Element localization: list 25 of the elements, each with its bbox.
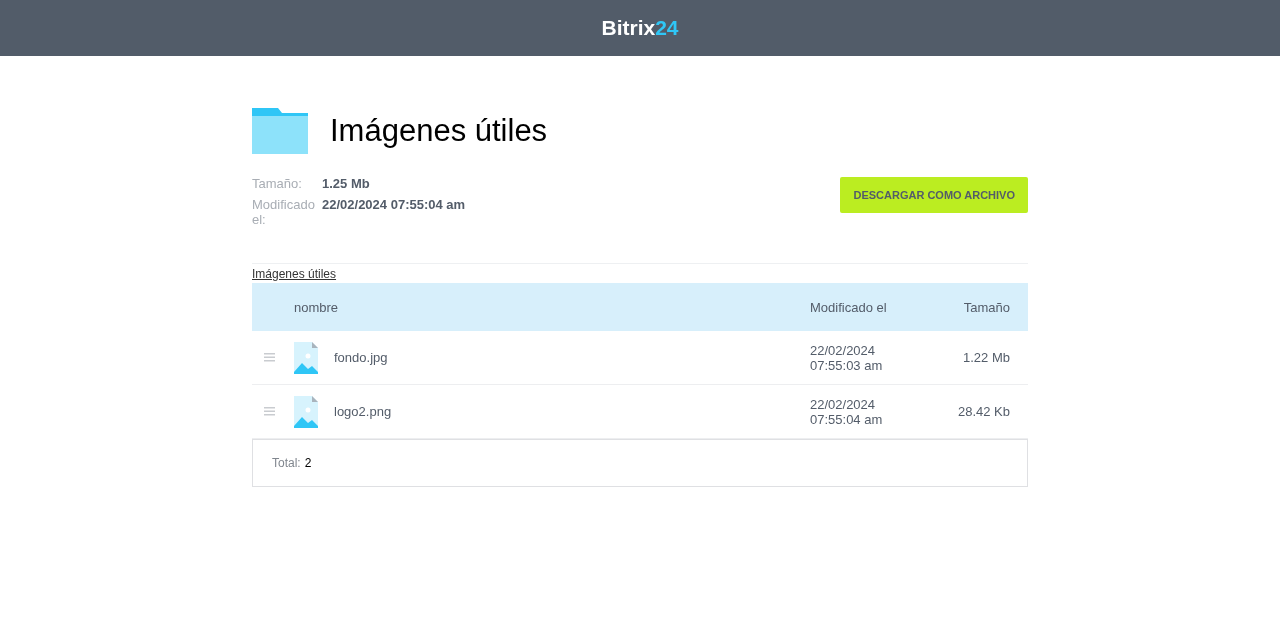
modified-cell-text: 22/02/2024 07:55:03 am [810,342,884,373]
detail-value: 1.25 Mb [322,176,371,191]
detail-value: 22/02/2024 07:55:04 am [322,197,466,214]
download-button[interactable]: DESCARGAR COMO ARCHIVO [840,177,1028,213]
folder-icon [252,108,308,154]
column-header[interactable]: Modificado el [810,299,940,315]
column-header[interactable]: Tamaño [940,299,1028,315]
column-header[interactable]: nombre [294,299,810,315]
detail-label: Modificado el: [252,197,314,227]
logo-text: Bitrix [601,16,656,40]
folder-title: Imágenes útiles [330,113,548,149]
detail-label: Tamaño: [252,176,303,191]
modified-cell-text: 22/02/2024 07:55:04 am [810,396,884,427]
breadcrumb-link[interactable]: Imágenes útiles [252,267,337,281]
size-cell-text: 28.42 Kb [956,404,1011,419]
drag-handle-icon[interactable] [264,407,275,416]
image-file-icon [294,341,318,374]
size-cell-text: 1.22 Mb [962,350,1011,365]
drag-handle-icon[interactable] [264,353,275,362]
file-name[interactable]: logo2.png [334,404,392,419]
image-file-icon [294,395,318,428]
total-label: Total: [272,456,301,470]
file-name[interactable]: fondo.jpg [334,350,388,365]
logo-number: 24 [655,16,679,40]
total-value: 2 [304,456,312,470]
